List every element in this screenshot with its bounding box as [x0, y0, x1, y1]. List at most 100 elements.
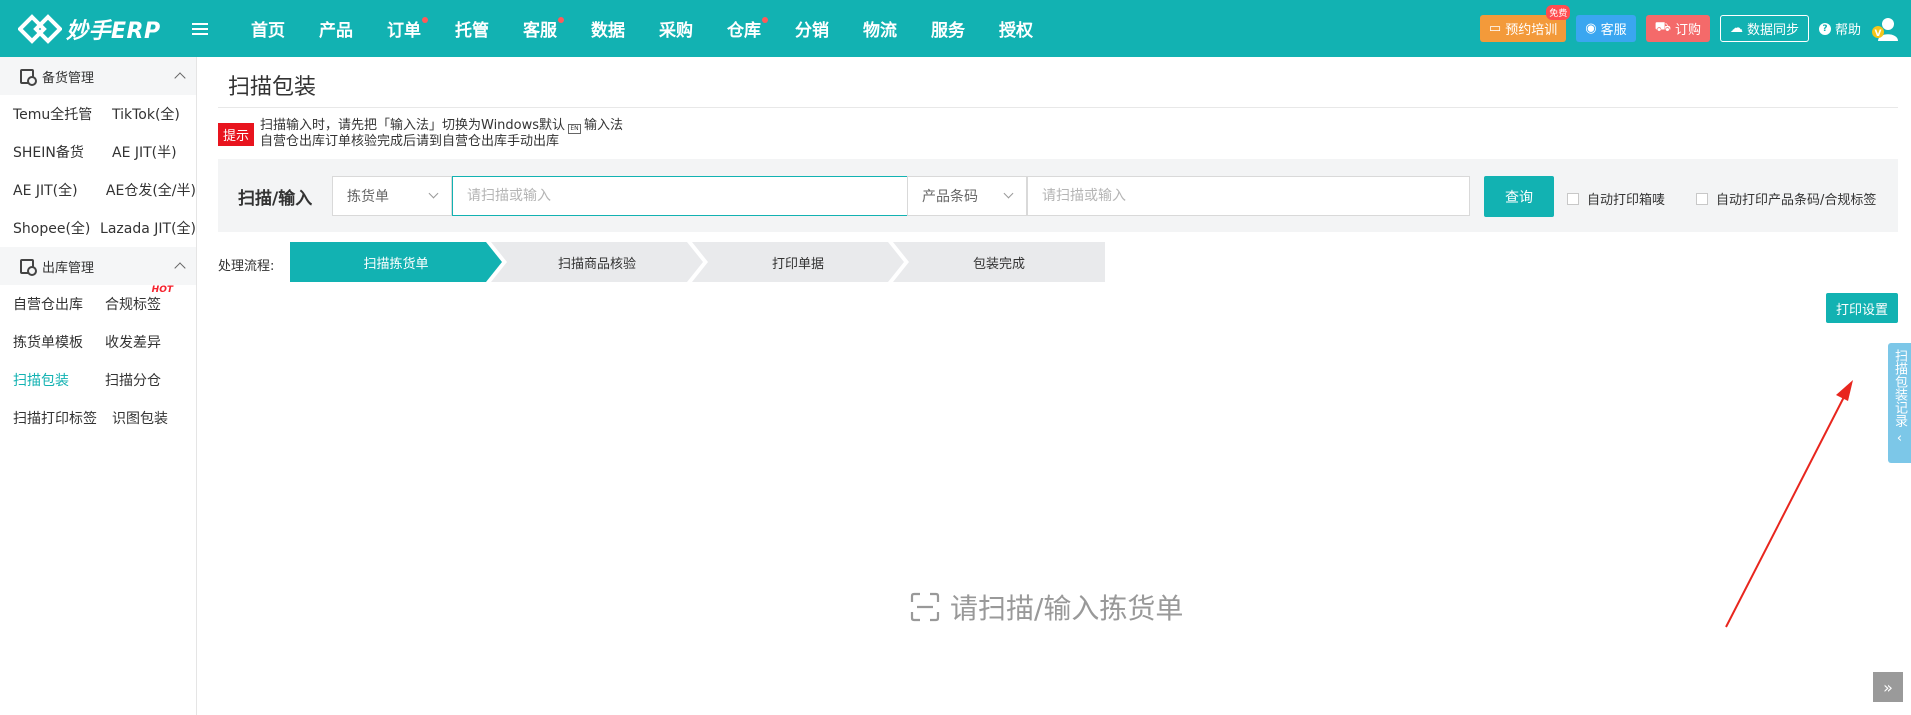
- nav-item-label: 数据: [591, 21, 625, 41]
- training-button[interactable]: ▭ 预约培训 免费: [1479, 5, 1571, 42]
- nav-item-8[interactable]: 分销: [778, 0, 846, 57]
- nav-item-label: 物流: [863, 21, 897, 41]
- sidebar-item[interactable]: 扫描分仓: [105, 370, 161, 390]
- header-actions: ▭ 预约培训 免费 ◉ 客服 ⛟ 订购 ☁ 数据同步 ? 帮助 V: [1479, 5, 1899, 43]
- query-button[interactable]: 查询: [1484, 176, 1554, 217]
- sidebar-item[interactable]: Lazada JIT(全): [100, 218, 196, 238]
- checkbox-box[interactable]: [1567, 192, 1579, 205]
- sidebar-item-label: SHEIN备货: [13, 145, 84, 161]
- tip-line-1-suffix: 输入法: [584, 118, 624, 133]
- sidebar-item[interactable]: 自营仓出库: [13, 294, 105, 314]
- hot-badge: HOT: [151, 285, 173, 295]
- sidebar-item[interactable]: SHEIN备货: [13, 142, 112, 162]
- chevron-up-icon: [174, 72, 186, 84]
- sidebar-row: AE JIT(全) AE仓发(全/半): [0, 171, 196, 209]
- sidebar-item-label: 自营仓出库: [13, 297, 83, 313]
- checkbox-box[interactable]: [1696, 192, 1708, 205]
- sidebar-item[interactable]: AE JIT(全): [13, 180, 106, 200]
- sidebar-row: 扫描打印标签 识图包装: [0, 399, 196, 437]
- scan-label: 扫描/输入: [238, 189, 313, 209]
- chevron-down-icon: [1003, 188, 1014, 199]
- sidebar-item[interactable]: TikTok(全): [112, 104, 180, 124]
- help-label: 帮助: [1834, 23, 1861, 38]
- barcode-type-select[interactable]: 产品条码: [907, 176, 1027, 216]
- sidebar-item[interactable]: 合规标签 HOT: [105, 285, 173, 314]
- sidebar-item-label: AE JIT(全): [13, 183, 78, 199]
- sidebar-item-label: AE JIT(半): [112, 145, 177, 161]
- title-divider: [218, 107, 1898, 108]
- nav-item-7[interactable]: 仓库: [710, 0, 778, 57]
- sidebar-item-label: 扫描打印标签: [13, 411, 97, 427]
- svg-text:V: V: [1875, 29, 1882, 39]
- notification-dot: [558, 17, 564, 23]
- expand-panel-icon[interactable]: »: [1873, 672, 1903, 702]
- page-title: 扫描包装: [228, 75, 317, 100]
- brand-mark-icon: [18, 13, 62, 44]
- auto-print-label-label: 自动打印产品条码/合规标签: [1716, 193, 1877, 208]
- brand-logo[interactable]: 妙手ERP: [18, 13, 168, 45]
- sidebar-item[interactable]: 拣货单模板: [13, 332, 105, 352]
- data-sync-button[interactable]: ☁ 数据同步: [1719, 15, 1809, 42]
- process-step-label: 打印单据: [771, 256, 824, 272]
- sidebar-item-label: 合规标签: [105, 297, 161, 313]
- notification-dot: [762, 17, 768, 23]
- scan-history-tab[interactable]: 扫描包装记录 ‹: [1888, 343, 1911, 463]
- sidebar-item[interactable]: AE仓发(全/半): [106, 180, 196, 200]
- process-step-0: 扫描拣货单: [290, 242, 502, 282]
- sidebar-group-1[interactable]: 出库管理: [0, 247, 196, 285]
- scan-type-select[interactable]: 拣货单: [332, 176, 452, 216]
- scan-history-label: 扫描包装记录: [1892, 349, 1907, 427]
- sidebar-item[interactable]: 收发差异: [105, 332, 161, 352]
- nav-item-3[interactable]: 托管: [438, 0, 506, 57]
- nav-item-0[interactable]: 首页: [234, 0, 302, 57]
- user-avatar-icon[interactable]: V: [1871, 15, 1899, 43]
- nav-item-4[interactable]: 客服: [506, 0, 574, 57]
- barcode-input[interactable]: [1027, 176, 1470, 216]
- customer-service-button[interactable]: ◉ 客服: [1576, 15, 1636, 42]
- nav-item-1[interactable]: 产品: [302, 0, 370, 57]
- nav-item-5[interactable]: 数据: [574, 0, 642, 57]
- sidebar-row: Temu全托管 TikTok(全): [0, 95, 196, 133]
- annotation-arrow-line: [1725, 392, 1847, 628]
- chevron-up-icon: [174, 262, 186, 274]
- nav-item-label: 服务: [931, 21, 965, 41]
- data-sync-label: 数据同步: [1746, 23, 1799, 38]
- sidebar-item[interactable]: Shopee(全): [13, 218, 100, 238]
- auto-print-carton-checkbox[interactable]: 自动打印箱唛: [1567, 189, 1665, 208]
- menu-toggle-icon[interactable]: [192, 22, 208, 35]
- document-icon: [20, 68, 37, 86]
- sidebar-item[interactable]: 扫描包装: [13, 370, 105, 390]
- tip-badge: 提示: [218, 123, 255, 146]
- process-step-1: 扫描商品核验: [491, 242, 703, 282]
- sidebar-item-label: 扫描包装: [13, 373, 69, 389]
- process-step-3: 包装完成: [893, 242, 1105, 282]
- nav-item-10[interactable]: 服务: [914, 0, 982, 57]
- empty-state: 请扫描/输入拣货单: [910, 587, 1183, 627]
- sidebar-item[interactable]: AE JIT(半): [112, 142, 177, 162]
- nav-item-label: 托管: [455, 21, 489, 41]
- help-link[interactable]: ? 帮助: [1818, 19, 1861, 38]
- sidebar-item[interactable]: Temu全托管: [13, 104, 112, 124]
- process-label: 处理流程:: [218, 259, 275, 274]
- subscribe-button[interactable]: ⛟ 订购: [1645, 15, 1710, 42]
- nav-item-11[interactable]: 授权: [982, 0, 1050, 57]
- notification-dot: [422, 17, 428, 23]
- nav-item-label: 采购: [659, 21, 693, 41]
- sidebar-item-label: 扫描分仓: [105, 373, 161, 389]
- sidebar-item-label: Lazada JIT(全): [100, 221, 196, 237]
- print-settings-button[interactable]: 打印设置: [1826, 293, 1898, 323]
- sidebar-item[interactable]: 识图包装: [112, 408, 168, 428]
- nav-item-6[interactable]: 采购: [642, 0, 710, 57]
- auto-print-label-checkbox[interactable]: 自动打印产品条码/合规标签: [1696, 189, 1876, 208]
- sidebar-item[interactable]: 扫描打印标签: [13, 408, 112, 428]
- chevron-left-icon: ‹: [1896, 431, 1903, 446]
- training-label: 预约培训: [1505, 23, 1558, 38]
- sidebar-row: 自营仓出库 合规标签 HOT: [0, 285, 196, 323]
- sidebar-group-0[interactable]: 备货管理: [0, 57, 196, 95]
- auto-print-carton-label: 自动打印箱唛: [1587, 193, 1666, 208]
- free-badge: 免费: [1546, 5, 1571, 20]
- nav-item-2[interactable]: 订单: [370, 0, 438, 57]
- nav-item-9[interactable]: 物流: [846, 0, 914, 57]
- sidebar-group-title: 备货管理: [42, 70, 95, 86]
- pick-list-input[interactable]: [452, 176, 912, 216]
